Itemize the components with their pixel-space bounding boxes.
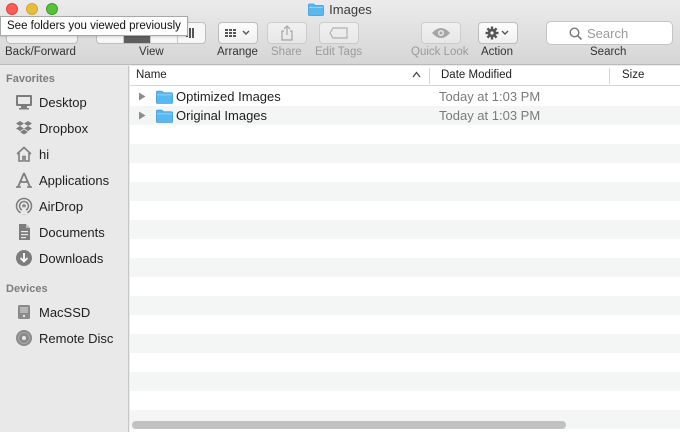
folder-icon [156, 109, 173, 123]
horizontal-scrollbar[interactable] [132, 421, 566, 429]
date-modified-column-header[interactable]: Date Modified [441, 69, 512, 81]
action-button[interactable] [478, 22, 518, 44]
empty-row [130, 258, 680, 277]
sidebar-item-label: Remote Disc [39, 330, 114, 346]
sidebar-item-airdrop[interactable]: AirDrop [0, 194, 128, 218]
date-modified: Today at 1:03 PM [439, 108, 541, 123]
date-modified: Today at 1:03 PM [439, 89, 541, 104]
devices-heading: Devices [6, 283, 48, 295]
folder-icon [308, 3, 325, 16]
column-divider[interactable] [609, 68, 610, 84]
disclosure-triangle-icon[interactable] [138, 111, 146, 120]
empty-row [130, 334, 680, 353]
edit-tags-button[interactable] [319, 22, 359, 44]
dropbox-icon [13, 118, 35, 138]
eye-icon [432, 28, 450, 38]
empty-row [130, 239, 680, 258]
search-field[interactable] [546, 21, 677, 45]
home-icon [13, 144, 35, 164]
sidebar-item-applications[interactable]: Applications [0, 168, 128, 192]
toolbar: Images See folders you viewed previously [0, 0, 680, 65]
share-icon [281, 25, 293, 41]
folder-icon [156, 90, 173, 104]
sidebar-item-desktop[interactable]: Desktop [0, 90, 128, 114]
zoom-window-button[interactable] [46, 3, 58, 15]
empty-row [130, 353, 680, 372]
quick-look-button[interactable] [421, 22, 461, 44]
sidebar-item-documents[interactable]: Documents [0, 220, 128, 244]
sidebar-item-label: Documents [39, 224, 105, 240]
sidebar-item-home[interactable]: hi [0, 142, 128, 166]
sidebar-item-dropbox[interactable]: Dropbox [0, 116, 128, 140]
file-rows: Optimized Images Today at 1:03 PM Origin… [130, 87, 680, 429]
view-label: View [139, 46, 164, 58]
favorites-heading: Favorites [6, 73, 55, 85]
remote-disc-icon [13, 328, 35, 348]
sidebar-item-label: Dropbox [39, 120, 89, 136]
file-list: Name Date Modified Size Optimized Images… [130, 66, 680, 432]
disk-icon [13, 302, 35, 322]
arrange-button[interactable] [218, 22, 258, 44]
file-name: Optimized Images [176, 89, 281, 104]
action-label: Action [481, 46, 513, 58]
empty-row [130, 296, 680, 315]
empty-row [130, 182, 680, 201]
sidebar-item-macssd[interactable]: MacSSD [0, 300, 128, 324]
column-header: Name Date Modified Size [130, 66, 680, 86]
sidebar-item-label: hi [39, 146, 50, 162]
sidebar-item-label: AirDrop [39, 198, 84, 214]
empty-row [130, 125, 680, 144]
search-input[interactable] [587, 25, 677, 41]
tag-icon [329, 27, 348, 39]
sidebar-item-remote-disc[interactable]: Remote Disc [0, 326, 128, 350]
airdrop-icon [13, 196, 35, 216]
search-icon [569, 27, 583, 41]
sidebar-item-label: Applications [39, 172, 110, 188]
empty-row [130, 315, 680, 334]
downloads-icon [13, 248, 35, 268]
documents-icon [13, 222, 35, 242]
window-title: Images [329, 1, 372, 17]
quick-look-label: Quick Look [411, 46, 469, 58]
disclosure-triangle-icon[interactable] [138, 92, 146, 101]
column-divider[interactable] [429, 68, 430, 84]
empty-row [130, 391, 680, 410]
back-forward-tooltip: See folders you viewed previously [0, 16, 188, 36]
desktop-icon [13, 92, 35, 112]
name-column-header[interactable]: Name [136, 69, 167, 81]
share-label: Share [271, 46, 302, 58]
sidebar-item-downloads[interactable]: Downloads [0, 246, 128, 270]
arrange-grid-icon [225, 29, 250, 37]
table-row[interactable]: Original Images Today at 1:03 PM [130, 106, 680, 125]
back-forward-label: Back/Forward [5, 46, 76, 58]
empty-row [130, 201, 680, 220]
gear-icon [485, 26, 509, 40]
file-name: Original Images [176, 108, 268, 123]
empty-row [130, 163, 680, 182]
sidebar-item-label: Desktop [39, 94, 87, 110]
size-column-header[interactable]: Size [622, 69, 644, 81]
minimize-window-button[interactable] [26, 3, 38, 15]
sidebar: Favorites Desktop Dropbox hi Application… [0, 66, 129, 432]
empty-row [130, 220, 680, 239]
share-button[interactable] [267, 22, 307, 44]
arrange-label: Arrange [217, 46, 258, 58]
empty-row [130, 277, 680, 296]
sort-ascending-icon [412, 71, 421, 78]
sidebar-item-label: MacSSD [39, 304, 91, 320]
close-window-button[interactable] [6, 3, 18, 15]
empty-row [130, 144, 680, 163]
table-row[interactable]: Optimized Images Today at 1:03 PM [130, 87, 680, 106]
applications-icon [13, 170, 35, 190]
edit-tags-label: Edit Tags [315, 46, 363, 58]
search-label: Search [590, 46, 627, 58]
sidebar-item-label: Downloads [39, 250, 104, 266]
empty-row [130, 372, 680, 391]
